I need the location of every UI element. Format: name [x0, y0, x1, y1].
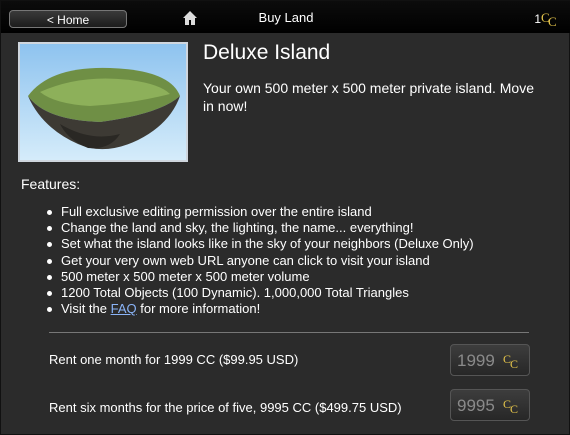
cc-balance: 1 — [534, 12, 541, 26]
island-illustration — [28, 67, 180, 150]
price-value: 9995 — [457, 396, 495, 415]
faq-suffix: for more information! — [136, 301, 261, 317]
price-value: 1999 — [457, 351, 495, 370]
page-title: Buy Land — [258, 10, 314, 25]
svg-text:C: C — [510, 357, 518, 369]
feature-item: Set what the island looks like in the sk… — [47, 236, 474, 252]
svg-text:C: C — [510, 402, 518, 414]
back-home-button[interactable]: < Home — [9, 10, 127, 28]
rent-one-month-label: Rent one month for 1999 CC ($99.95 USD) — [49, 352, 299, 367]
buy-land-window: < Home Buy Land 1 C C Deluxe Island Your… — [0, 0, 570, 435]
feature-item: 500 meter x 500 meter x 500 meter volume — [47, 269, 474, 285]
rent-six-months-button[interactable]: 9995 C C — [450, 389, 530, 421]
rent-six-months-label: Rent six months for the price of five, 9… — [49, 400, 402, 415]
features-label: Features: — [21, 176, 81, 192]
product-title: Deluxe Island — [203, 41, 331, 64]
home-icon[interactable] — [182, 10, 198, 26]
feature-item: Full exclusive editing permission over t… — [47, 204, 474, 220]
feature-item: Get your very own web URL anyone can cli… — [47, 253, 474, 269]
cc-icon: C C — [541, 10, 557, 27]
feature-item: 1200 Total Objects (100 Dynamic). 1,000,… — [47, 285, 474, 301]
island-image — [18, 42, 188, 162]
faq-prefix: Visit the — [61, 301, 111, 317]
features-list: Full exclusive editing permission over t… — [47, 204, 474, 317]
cc-icon: C C — [503, 397, 518, 414]
top-bar: < Home Buy Land 1 C C — [1, 1, 570, 33]
svg-text:C: C — [548, 14, 557, 27]
divider — [49, 332, 529, 333]
feature-item: Change the land and sky, the lighting, t… — [47, 220, 474, 236]
feature-item-faq: Visit the FAQ for more information! — [47, 301, 474, 317]
faq-link[interactable]: FAQ — [111, 301, 137, 316]
product-description: Your own 500 meter x 500 meter private i… — [203, 80, 534, 114]
rent-one-month-button[interactable]: 1999 C C — [450, 344, 530, 376]
cc-icon: C C — [503, 352, 518, 369]
